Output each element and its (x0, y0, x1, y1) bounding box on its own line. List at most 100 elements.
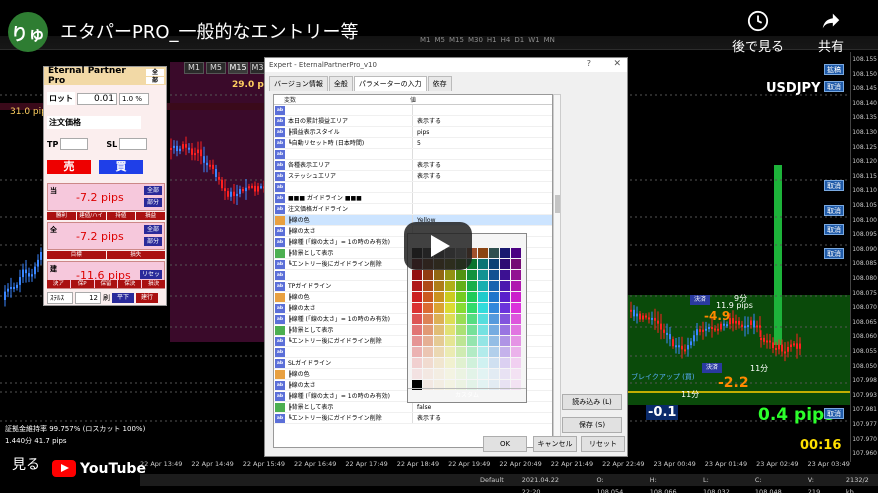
parameter-value[interactable] (412, 193, 417, 203)
color-swatch[interactable] (423, 281, 433, 291)
color-swatch[interactable] (467, 270, 477, 280)
color-swatch[interactable] (500, 325, 510, 335)
stealth-input[interactable]: 12 (75, 292, 101, 304)
color-swatch[interactable] (500, 314, 510, 324)
color-swatch[interactable] (489, 347, 499, 357)
color-swatch[interactable] (445, 336, 455, 346)
color-swatch[interactable] (467, 314, 477, 324)
color-swatch[interactable] (412, 314, 422, 324)
help-icon[interactable]: ? (587, 59, 591, 68)
color-swatch[interactable] (445, 314, 455, 324)
ok-button[interactable]: OK (483, 436, 527, 452)
build-button[interactable]: 建行 (136, 293, 158, 303)
cancel-button[interactable]: キャンセル (533, 436, 577, 452)
color-swatch[interactable] (489, 369, 499, 379)
parameter-value[interactable]: false (412, 402, 431, 412)
color-swatch[interactable] (467, 347, 477, 357)
color-swatch[interactable] (412, 281, 422, 291)
watch-later-button[interactable]: 後で見る (732, 10, 784, 55)
color-swatch[interactable] (423, 303, 433, 313)
color-swatch[interactable] (500, 292, 510, 302)
channel-avatar[interactable]: りゅ (8, 12, 48, 52)
color-swatch[interactable] (478, 259, 488, 269)
color-swatch[interactable] (434, 347, 444, 357)
color-swatch[interactable] (467, 358, 477, 368)
color-swatch[interactable] (478, 303, 488, 313)
cancel-button-1[interactable]: 取消 (824, 81, 844, 92)
parameter-row[interactable]: ab 注文価格ガイドライン (274, 204, 552, 215)
color-swatch[interactable] (423, 270, 433, 280)
dialog-tab-2[interactable]: パラメーターの入力 (353, 76, 427, 91)
color-swatch[interactable] (456, 358, 466, 368)
parameter-row[interactable]: ab ┣損益表示スタイル pips (274, 127, 552, 138)
parameter-row[interactable]: ab 各種表示エリア 表示する (274, 160, 552, 171)
color-swatch[interactable] (423, 325, 433, 335)
color-swatch[interactable] (511, 270, 521, 280)
color-swatch[interactable] (434, 314, 444, 324)
scrollbar-thumb[interactable] (555, 195, 560, 213)
color-swatch[interactable] (445, 281, 455, 291)
color-swatch[interactable] (423, 336, 433, 346)
cancel-button-6[interactable]: 取消 (824, 408, 844, 419)
color-swatch[interactable] (500, 270, 510, 280)
parameter-value[interactable] (412, 204, 417, 214)
close-button-2[interactable]: 決済 (702, 363, 722, 373)
parameter-row[interactable]: ab ステッシュエリア 表示する (274, 171, 552, 182)
play-button[interactable] (404, 222, 472, 270)
color-swatch[interactable] (412, 325, 422, 335)
color-swatch[interactable] (511, 347, 521, 357)
chart-tab-m15[interactable]: M15 (228, 62, 248, 74)
color-swatch[interactable] (434, 369, 444, 379)
color-swatch[interactable] (412, 347, 422, 357)
buy-button[interactable]: 買 (99, 160, 143, 174)
color-swatch[interactable] (467, 281, 477, 291)
youtube-logo[interactable]: YouTube (52, 460, 146, 477)
parameter-value[interactable]: 表示する (412, 160, 441, 170)
color-swatch[interactable] (467, 336, 477, 346)
color-swatch[interactable] (511, 314, 521, 324)
parameter-row[interactable]: ab (274, 105, 552, 116)
subbar-button[interactable]: 損益 (136, 212, 165, 220)
color-swatch[interactable] (412, 369, 422, 379)
color-swatch[interactable] (500, 281, 510, 291)
color-swatch[interactable] (478, 347, 488, 357)
parameter-row[interactable]: ┣背景として表示 false (274, 402, 552, 413)
color-swatch[interactable] (434, 303, 444, 313)
save-button[interactable]: 保存 (S) (562, 417, 622, 433)
color-swatch[interactable] (423, 347, 433, 357)
reset-button-dialog[interactable]: リセット (581, 436, 625, 452)
box1-all-button[interactable]: 全部 (144, 186, 162, 195)
cancel-button-5[interactable]: 取消 (824, 248, 844, 259)
color-swatch[interactable] (511, 325, 521, 335)
color-swatch[interactable] (434, 292, 444, 302)
color-swatch[interactable] (478, 358, 488, 368)
color-swatch[interactable] (511, 292, 521, 302)
color-swatch[interactable] (478, 292, 488, 302)
lot-input[interactable]: 0.01 (77, 92, 117, 105)
parameter-value[interactable]: 表示する (412, 116, 441, 126)
color-swatch[interactable] (489, 270, 499, 280)
parameter-row[interactable]: ab (274, 182, 552, 193)
parameter-row[interactable]: ab ┗エントリー後にガイドライン削除 表示する (274, 413, 552, 424)
color-swatch[interactable] (434, 270, 444, 280)
cancel-button-0[interactable]: 拡稿 (824, 64, 844, 75)
cancel-button-4[interactable]: 取消 (824, 224, 844, 235)
tp-input[interactable] (60, 138, 89, 150)
color-swatch[interactable] (445, 347, 455, 357)
color-swatch[interactable] (489, 303, 499, 313)
color-swatch[interactable] (511, 259, 521, 269)
color-swatch[interactable] (412, 270, 422, 280)
share-button[interactable]: 共有 (818, 10, 844, 55)
subbar-button[interactable]: 保決 (118, 280, 142, 288)
chart-tab-m5[interactable]: M5 (206, 62, 226, 74)
color-swatch[interactable] (445, 325, 455, 335)
color-swatch[interactable] (445, 303, 455, 313)
color-swatch[interactable] (434, 325, 444, 335)
color-swatch[interactable] (412, 336, 422, 346)
color-swatch[interactable] (467, 303, 477, 313)
color-swatch[interactable] (456, 303, 466, 313)
parameter-value[interactable]: pips (412, 127, 429, 137)
color-swatch[interactable] (445, 292, 455, 302)
subbar-button[interactable]: 持値 (106, 212, 136, 220)
dialog-tab-0[interactable]: バージョン情報 (269, 76, 328, 91)
